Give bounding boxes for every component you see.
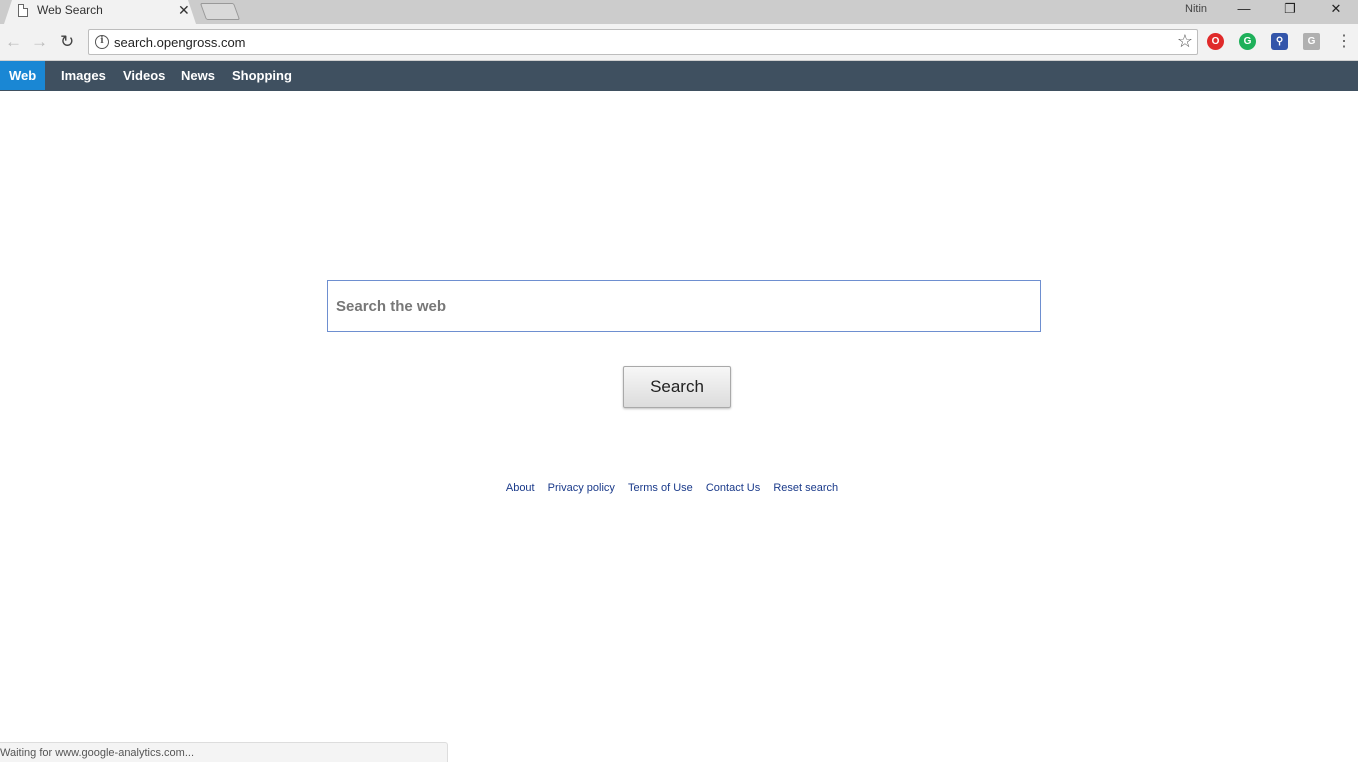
address-bar[interactable]: i search.opengross.com ☆ [88, 29, 1198, 55]
nav-item-shopping[interactable]: Shopping [223, 61, 301, 90]
search-box [327, 280, 1041, 332]
status-bar: Waiting for www.google-analytics.com... [0, 742, 448, 762]
url-text[interactable]: search.opengross.com [114, 35, 246, 50]
back-arrow-icon[interactable]: ← [5, 32, 22, 52]
footer-link-privacy[interactable]: Privacy policy [548, 482, 615, 494]
nav-item-images[interactable]: Images [52, 61, 115, 90]
opera-extension-icon[interactable]: O [1207, 33, 1224, 50]
google-extension-icon[interactable]: G [1303, 33, 1320, 50]
tab-close-icon[interactable]: ✕ [178, 2, 190, 18]
footer-link-reset[interactable]: Reset search [773, 482, 838, 494]
page-icon [18, 4, 28, 17]
grammarly-icon[interactable]: G [1239, 33, 1256, 50]
tab-strip: Web Search ✕ Nitin — ❐ ✕ [0, 0, 1358, 24]
search-button[interactable]: Search [623, 366, 731, 408]
browser-toolbar: ← → ↻ i search.opengross.com ☆ O G ⚲ G ⋮ [0, 24, 1358, 61]
browser-menu-icon[interactable]: ⋮ [1336, 32, 1352, 52]
minimize-button[interactable]: — [1222, 0, 1266, 20]
tab-title: Web Search [37, 3, 103, 17]
search-extension-icon[interactable]: ⚲ [1271, 33, 1288, 50]
browser-tab[interactable]: Web Search ✕ [4, 0, 196, 24]
footer-link-terms[interactable]: Terms of Use [628, 482, 693, 494]
reload-icon[interactable]: ↻ [60, 32, 74, 52]
window-close-button[interactable]: ✕ [1314, 0, 1358, 20]
footer-links: About Privacy policy Terms of Use Contac… [0, 482, 1344, 494]
nav-item-videos[interactable]: Videos [114, 61, 174, 90]
nav-item-news[interactable]: News [172, 61, 224, 90]
site-nav-bar: Web Images Videos News Shopping [0, 61, 1358, 91]
info-icon[interactable]: i [95, 35, 109, 49]
new-tab-button[interactable] [199, 3, 241, 20]
footer-link-about[interactable]: About [506, 482, 535, 494]
nav-item-web[interactable]: Web [0, 61, 46, 90]
forward-arrow-icon[interactable]: → [31, 32, 48, 52]
bookmark-star-icon[interactable]: ☆ [1177, 31, 1193, 52]
search-input[interactable] [328, 281, 1040, 331]
profile-name[interactable]: Nitin [1185, 3, 1207, 15]
footer-link-contact[interactable]: Contact Us [706, 482, 760, 494]
restore-button[interactable]: ❐ [1268, 0, 1312, 20]
